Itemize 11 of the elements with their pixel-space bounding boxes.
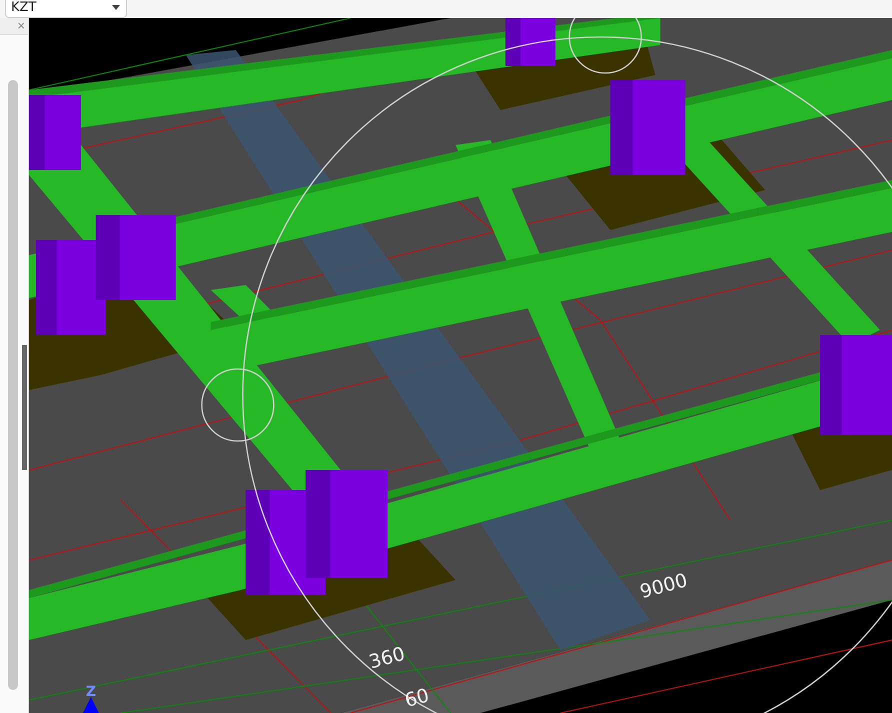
caret-icon bbox=[112, 4, 120, 10]
panel-splitter-handle[interactable] bbox=[22, 345, 27, 470]
scrollbar-thumb[interactable] bbox=[8, 80, 18, 690]
3d-viewport[interactable]: 9000 360 60 Z bbox=[29, 18, 892, 713]
dimension-label: 360 bbox=[366, 642, 408, 674]
axis-label: Z bbox=[86, 684, 96, 700]
dimension-label: 9000 bbox=[638, 569, 690, 604]
orbit-gizmo-drawing[interactable] bbox=[201, 18, 892, 713]
dimension-label: 60 bbox=[402, 684, 432, 712]
axis-triad-icon bbox=[82, 697, 99, 713]
currency-dropdown[interactable]: KZT bbox=[5, 0, 127, 18]
